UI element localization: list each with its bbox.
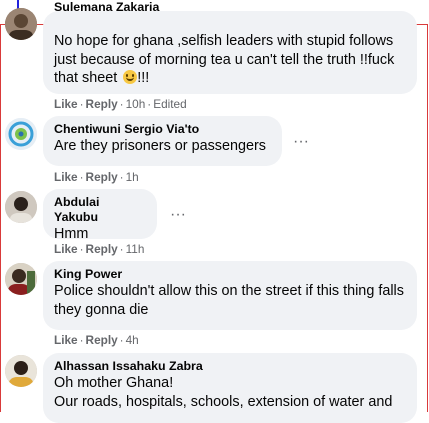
- edited-label: Edited: [153, 97, 187, 111]
- comment-text: Police shouldn't allow this on the stree…: [54, 283, 404, 318]
- comment-bubble: King Power Police shouldn't allow this o…: [43, 261, 417, 330]
- comment-text-line: Our roads, hospitals, schools, extension…: [54, 393, 393, 410]
- avatar[interactable]: [5, 191, 37, 223]
- comment-author[interactable]: King Power: [54, 267, 405, 282]
- comment-actions: Like · Reply · 1h: [54, 170, 139, 184]
- comment-text: No hope for ghana ,selfish leaders with …: [54, 33, 395, 86]
- comment-bubble: Abdulai Yakubu Hmm: [43, 189, 157, 242]
- comment-bubble: Chentiwuni Sergio Via'to Are they prison…: [43, 116, 282, 166]
- comment-timestamp[interactable]: 11h: [126, 242, 145, 256]
- avatar[interactable]: [5, 263, 37, 295]
- like-button[interactable]: Like: [54, 97, 78, 111]
- reply-button[interactable]: Reply: [86, 333, 118, 347]
- comment-actions: Like · Reply · 4h: [54, 333, 139, 347]
- comment-actions: Like · Reply · 11h: [54, 242, 145, 256]
- comment-text-line: Oh mother Ghana!: [54, 375, 174, 391]
- comment-author[interactable]: Sulemana Zakaria: [54, 0, 159, 15]
- reply-button[interactable]: Reply: [86, 242, 118, 256]
- avatar[interactable]: [5, 118, 37, 150]
- grinning-face-emoji: [123, 70, 138, 84]
- avatar[interactable]: [5, 355, 37, 387]
- comment-author[interactable]: Abdulai Yakubu: [54, 195, 145, 225]
- comment-author[interactable]: Alhassan Issahaku Zabra: [54, 359, 405, 374]
- reply-button[interactable]: Reply: [86, 170, 118, 184]
- like-button[interactable]: Like: [54, 333, 78, 347]
- more-options-icon[interactable]: ···: [293, 134, 309, 150]
- like-button[interactable]: Like: [54, 242, 78, 256]
- comment-timestamp[interactable]: 1h: [126, 170, 139, 184]
- reply-button[interactable]: Reply: [86, 97, 118, 111]
- like-button[interactable]: Like: [54, 170, 78, 184]
- comment-actions: Like · Reply · 10h · Edited: [54, 97, 187, 111]
- comment-timestamp[interactable]: 10h: [126, 97, 146, 111]
- comment-timestamp[interactable]: 4h: [126, 333, 139, 347]
- comment-author[interactable]: Chentiwuni Sergio Via'to: [54, 122, 270, 137]
- more-options-icon[interactable]: ···: [170, 207, 186, 223]
- comment-bubble: Alhassan Issahaku Zabra Oh mother Ghana!…: [43, 353, 417, 423]
- comment-text: Are they prisoners or passengers: [54, 138, 266, 154]
- comment-bubble: Sulemana Zakaria No hope for ghana ,self…: [43, 0, 417, 94]
- avatar[interactable]: [5, 8, 37, 40]
- comment-text: Hmm: [54, 226, 89, 242]
